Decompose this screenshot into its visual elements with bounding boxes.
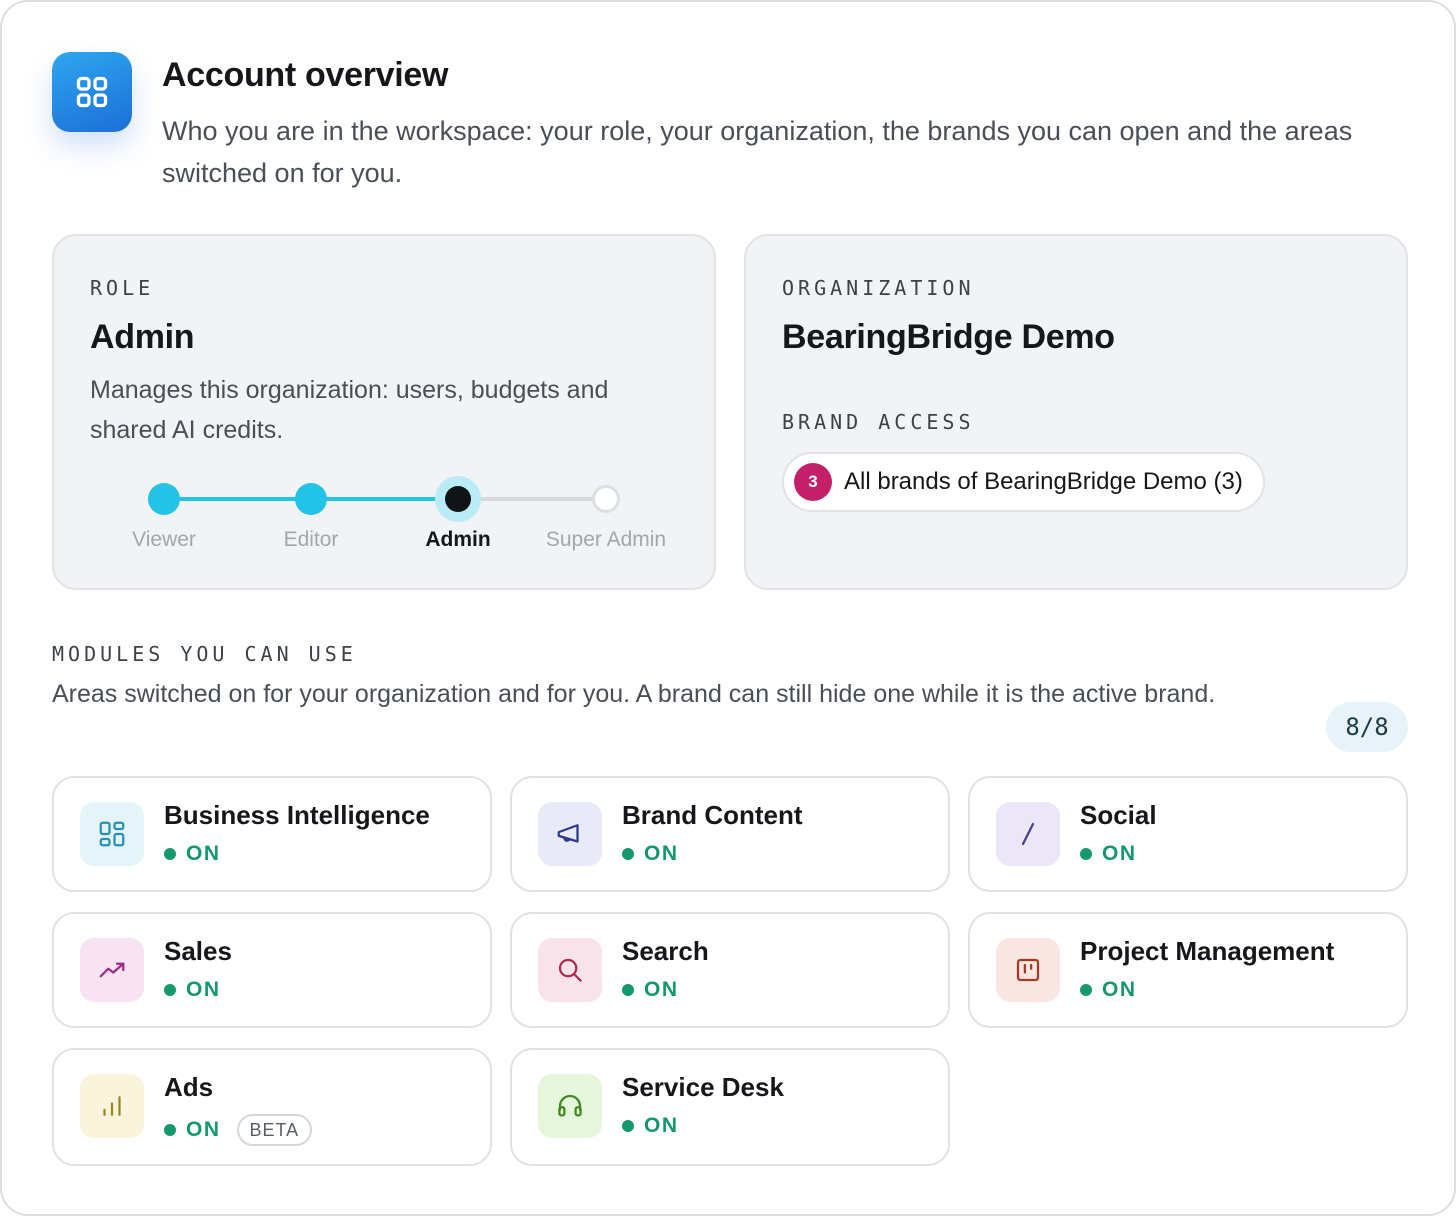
role-stepper: Viewer Editor Admin Super Admin xyxy=(54,236,718,592)
modules-description: Areas switched on for your organization … xyxy=(52,680,1216,708)
module-name: Business Intelligence xyxy=(164,800,430,830)
module-status: ON xyxy=(622,978,679,1002)
dashboard-icon xyxy=(80,802,144,866)
module-name: Social xyxy=(1080,800,1157,830)
role-card: ROLE Admin Manages this organization: us… xyxy=(52,234,716,590)
module-card-search[interactable]: Search ON xyxy=(510,912,950,1028)
brand-access-pill[interactable]: 3 All brands of BearingBridge Demo (3) xyxy=(782,452,1265,512)
module-card-project-management[interactable]: Project Management ON xyxy=(968,912,1408,1028)
module-card-sales[interactable]: Sales ON xyxy=(52,912,492,1028)
module-card-service-desk[interactable]: Service Desk ON xyxy=(510,1048,950,1166)
status-dot xyxy=(622,848,634,860)
status-label: ON xyxy=(644,978,679,1001)
organization-eyebrow: ORGANIZATION xyxy=(782,276,975,300)
page-subtitle: Who you are in the workspace: your role,… xyxy=(162,116,1353,188)
module-card-social[interactable]: Social ON xyxy=(968,776,1408,892)
modules-count-badge: 8/8 xyxy=(1326,702,1408,752)
step-dot-admin xyxy=(445,486,471,512)
module-name: Project Management xyxy=(1080,936,1335,966)
step-dot-viewer xyxy=(148,483,180,515)
status-dot xyxy=(164,1124,176,1136)
beta-badge: BETA xyxy=(236,1114,313,1146)
status-label: ON xyxy=(186,1118,221,1141)
step-label-super-admin: Super Admin xyxy=(545,528,667,551)
brand-access-label: All brands of BearingBridge Demo (3) xyxy=(844,468,1243,495)
kanban-icon xyxy=(996,938,1060,1002)
module-name: Sales xyxy=(164,936,232,966)
module-status: ON xyxy=(1080,978,1137,1002)
organization-name: BearingBridge Demo xyxy=(782,318,1115,356)
status-dot xyxy=(164,848,176,860)
module-status: ON xyxy=(622,1114,679,1138)
module-status: ON BETA xyxy=(164,1114,313,1146)
account-overview-panel: Account overview Who you are in the work… xyxy=(0,0,1456,1216)
step-label-viewer: Viewer xyxy=(132,528,196,551)
module-name: Search xyxy=(622,936,709,966)
trending-up-icon xyxy=(80,938,144,1002)
brand-count-badge: 3 xyxy=(794,463,832,501)
status-dot xyxy=(1080,984,1092,996)
slash-icon xyxy=(996,802,1060,866)
status-label: ON xyxy=(644,1114,679,1137)
step-label-admin: Admin xyxy=(425,528,491,551)
status-dot xyxy=(164,984,176,996)
page-title: Account overview xyxy=(162,56,449,94)
brand-access-eyebrow: BRAND ACCESS xyxy=(782,410,975,434)
module-card-ads[interactable]: Ads ON BETA xyxy=(52,1048,492,1166)
bar-chart-icon xyxy=(80,1074,144,1138)
module-card-business-intelligence[interactable]: Business Intelligence ON xyxy=(52,776,492,892)
status-dot xyxy=(622,984,634,996)
modules-eyebrow: MODULES YOU CAN USE xyxy=(52,642,357,666)
headset-icon xyxy=(538,1074,602,1138)
step-dot-super-admin xyxy=(592,485,620,513)
megaphone-icon xyxy=(538,802,602,866)
status-label: ON xyxy=(186,842,221,865)
search-icon xyxy=(538,938,602,1002)
status-dot xyxy=(622,1120,634,1132)
step-label-editor: Editor xyxy=(283,528,339,551)
module-name: Ads xyxy=(164,1072,214,1102)
module-status: ON xyxy=(164,978,221,1002)
status-label: ON xyxy=(644,842,679,865)
status-label: ON xyxy=(1102,842,1137,865)
module-status: ON xyxy=(622,842,679,866)
status-label: ON xyxy=(186,978,221,1001)
module-name: Service Desk xyxy=(622,1072,784,1102)
organization-card: ORGANIZATION BearingBridge Demo BRAND AC… xyxy=(744,234,1408,590)
status-dot xyxy=(1080,848,1092,860)
module-status: ON xyxy=(1080,842,1137,866)
module-status: ON xyxy=(164,842,221,866)
status-label: ON xyxy=(1102,978,1137,1001)
module-card-brand-content[interactable]: Brand Content ON xyxy=(510,776,950,892)
module-name: Brand Content xyxy=(622,800,803,830)
grid-icon xyxy=(52,52,132,132)
step-dot-editor xyxy=(295,483,327,515)
